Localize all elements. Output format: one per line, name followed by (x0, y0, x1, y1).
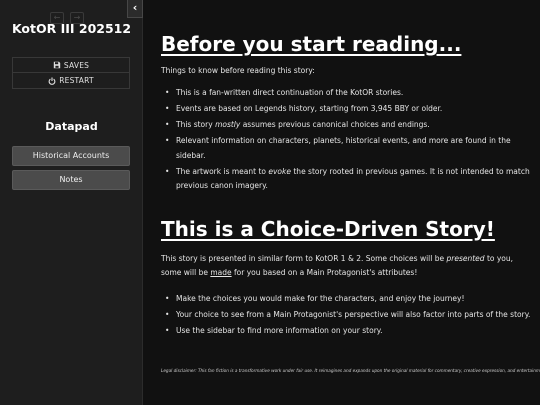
notes-list: This is a fan-written direct continuatio… (161, 86, 531, 195)
list-item: Relevant information on characters, plan… (161, 134, 531, 163)
restart-button[interactable]: RESTART (12, 73, 130, 89)
chevron-left-icon: ‹ (132, 1, 138, 14)
restart-label: RESTART (59, 76, 94, 85)
saves-button[interactable]: SAVES (12, 57, 130, 73)
saves-label: SAVES (63, 60, 90, 70)
before-reading-heading: Before you start reading... (161, 32, 462, 56)
list-item: Make the choices you would make for the … (161, 292, 531, 307)
save-icon (53, 61, 61, 69)
intro-text: Things to know before reading this story… (161, 66, 315, 75)
historical-accounts-button[interactable]: Historical Accounts (12, 146, 130, 166)
list-item: Events are based on Legends history, sta… (161, 102, 531, 117)
list-item: The artwork is meant to evoke the story … (161, 165, 531, 194)
list-item: Your choice to see from a Main Protagoni… (161, 308, 531, 323)
choice-list: Make the choices you would make for the … (161, 292, 531, 340)
power-icon (48, 76, 56, 85)
collapse-sidebar-button[interactable]: ‹ (127, 0, 143, 18)
sidebar: ← → ‹ KotOR III 202512 SAVES RESTART Dat… (0, 0, 143, 405)
story-content: Before you start reading... Things to kn… (161, 0, 540, 405)
choice-driven-heading: This is a Choice-Driven Story! (161, 217, 495, 241)
choice-paragraph: This story is presented in similar form … (161, 254, 514, 277)
list-item: Use the sidebar to find more information… (161, 324, 531, 339)
notes-button[interactable]: Notes (12, 170, 130, 190)
datapad-title: Datapad (45, 120, 98, 133)
story-title: KotOR III 202512 (11, 21, 132, 36)
list-item: This is a fan-written direct continuatio… (161, 86, 531, 101)
list-item: This story mostly assumes previous canon… (161, 118, 531, 133)
menu-buttons: SAVES RESTART (12, 57, 130, 89)
legal-disclaimer: Legal disclaimer: This fan fiction is a … (161, 368, 540, 373)
